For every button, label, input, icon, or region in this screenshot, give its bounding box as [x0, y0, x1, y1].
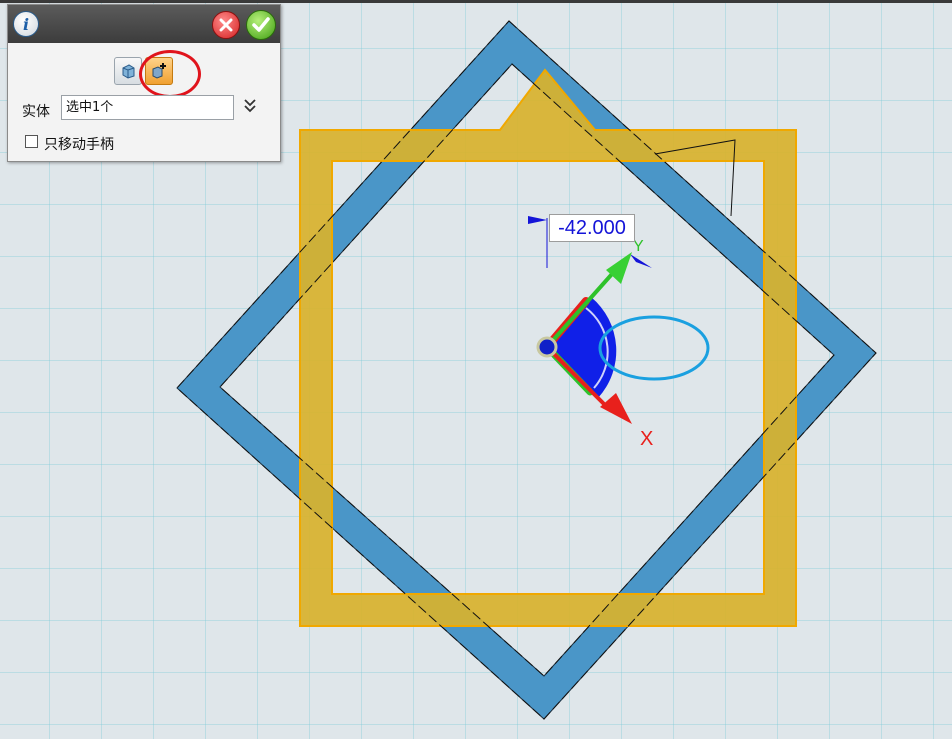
- entity-selection-field[interactable]: 选中1个: [61, 95, 234, 120]
- cancel-icon[interactable]: [212, 11, 240, 39]
- info-icon[interactable]: i: [13, 11, 39, 37]
- angle-input-box[interactable]: -42.000: [549, 214, 635, 242]
- gizmo-origin: [536, 336, 558, 358]
- move-handle-only-label: 只移动手柄: [44, 137, 114, 153]
- x-axis-label: X: [640, 428, 653, 450]
- entity-label: 实体: [22, 104, 50, 120]
- move-entity-icon: [122, 64, 135, 79]
- move-command-panel: i 实体 选中1个 只移动手柄: [7, 4, 281, 162]
- checkmark-icon[interactable]: [246, 10, 276, 40]
- move-handle-only-checkbox[interactable]: [25, 135, 38, 148]
- red-circle-annotation: [139, 50, 201, 98]
- panel-header: i: [8, 5, 280, 43]
- double-chevron-down-icon[interactable]: [242, 98, 258, 118]
- move-entity-button[interactable]: [114, 57, 142, 85]
- x-axis-arrow: [600, 393, 632, 424]
